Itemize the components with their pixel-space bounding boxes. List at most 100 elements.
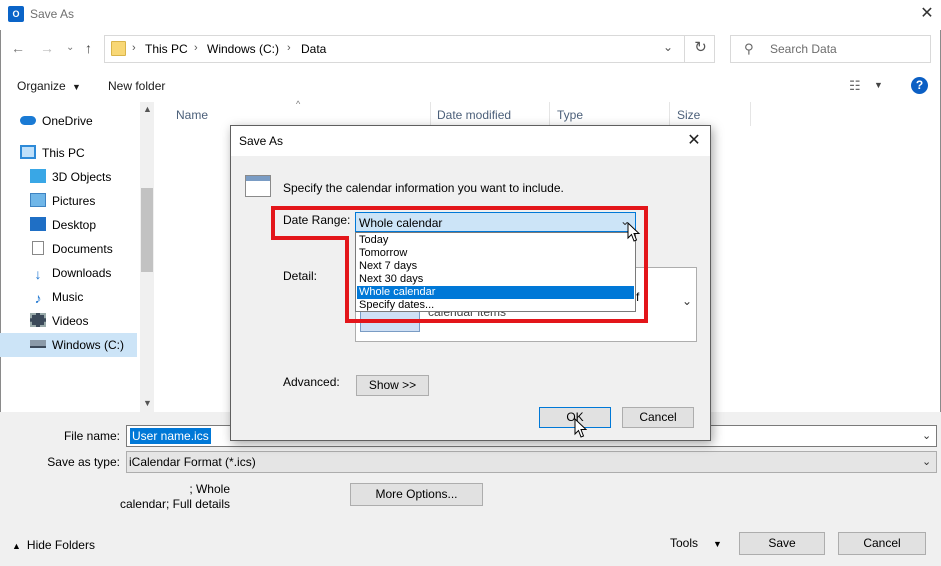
- organize-label: Organize: [17, 79, 66, 93]
- drive-icon: [30, 340, 46, 348]
- column-divider[interactable]: [549, 102, 550, 126]
- nav-item-label: Videos: [52, 314, 89, 328]
- recent-locations-chevron-icon[interactable]: ⌄: [66, 42, 74, 53]
- pictures-icon: [30, 193, 46, 207]
- column-divider[interactable]: [430, 102, 431, 126]
- file-name-label: File name:: [63, 429, 120, 443]
- calendar-icon: [245, 175, 271, 197]
- download-icon: ↓: [34, 266, 42, 282]
- scroll-down-icon[interactable]: ▼: [143, 398, 152, 408]
- column-header-name[interactable]: Name: [176, 108, 208, 122]
- cancel-button[interactable]: Cancel: [838, 532, 926, 555]
- summary-line-2: calendar; Full details: [119, 497, 230, 511]
- back-arrow-icon[interactable]: ←: [11, 40, 25, 56]
- search-icon: ⚲: [744, 41, 754, 56]
- address-bar[interactable]: › This PC › Windows (C:) › Data ⌄: [104, 35, 715, 63]
- window-titlebar: O Save As ✕: [0, 0, 941, 30]
- path-separator: ›: [194, 42, 198, 54]
- search-placeholder: Search Data: [770, 42, 837, 56]
- dialog-cancel-button[interactable]: Cancel: [622, 407, 694, 428]
- nav-item-label: This PC: [42, 146, 85, 160]
- save-as-type-select[interactable]: iCalendar Format (*.ics) ⌄: [126, 451, 937, 473]
- calendar-save-as-dialog: Save As ✕ Specify the calendar informati…: [230, 125, 711, 441]
- hide-folders-label: Hide Folders: [26, 538, 95, 552]
- nav-item-label: Music: [52, 290, 84, 304]
- folder-icon: [111, 41, 126, 56]
- caret-down-icon: ▼: [72, 82, 81, 92]
- dialog-titlebar: Save As ✕: [231, 126, 710, 156]
- calendar-summary: ; Whole calendar; Full details: [100, 482, 230, 512]
- hide-folders-toggle[interactable]: ▲ Hide Folders: [12, 538, 95, 552]
- nav-item-documents[interactable]: Documents: [30, 238, 150, 260]
- music-icon: ♪: [34, 290, 42, 306]
- highlight-annotation-top: [271, 206, 648, 240]
- document-icon: [32, 241, 44, 255]
- column-divider[interactable]: [750, 102, 751, 126]
- video-icon: [30, 313, 46, 327]
- search-input[interactable]: ⚲ Search Data: [730, 35, 931, 63]
- column-header-date-modified[interactable]: Date modified: [437, 108, 511, 122]
- refresh-icon: ↻: [694, 39, 707, 56]
- summary-line-1: ; Whole: [189, 482, 230, 496]
- caret-down-icon: ▼: [713, 539, 722, 549]
- breadcrumb-windows-c[interactable]: Windows (C:): [207, 42, 279, 56]
- nav-item-label: 3D Objects: [52, 170, 112, 184]
- breadcrumb-data[interactable]: Data: [301, 42, 326, 56]
- help-icon[interactable]: ?: [911, 77, 928, 94]
- nav-item-desktop[interactable]: Desktop: [30, 214, 150, 236]
- more-options-button[interactable]: More Options...: [350, 483, 483, 506]
- file-name-dropdown-chevron-icon[interactable]: ⌄: [922, 429, 931, 442]
- view-options-icon[interactable]: ☷: [849, 78, 861, 94]
- window-close-button[interactable]: ✕: [915, 2, 939, 26]
- nav-item-windows-c[interactable]: Windows (C:): [30, 334, 150, 356]
- nav-item-music[interactable]: ♪ Music: [30, 286, 150, 308]
- nav-scrollbar-thumb[interactable]: [141, 188, 153, 272]
- address-dropdown-chevron-icon[interactable]: ⌄: [663, 40, 673, 54]
- nav-item-label: OneDrive: [42, 114, 93, 128]
- caret-up-icon: ▲: [12, 541, 21, 551]
- nav-item-pictures[interactable]: Pictures: [30, 190, 150, 212]
- nav-item-label: Desktop: [52, 218, 97, 232]
- refresh-button[interactable]: ↻: [684, 35, 716, 63]
- path-separator: ›: [132, 42, 136, 54]
- save-as-type-chevron-icon: ⌄: [922, 456, 932, 468]
- organize-button[interactable]: Organize ▼: [17, 79, 81, 93]
- nav-item-label: Documents: [52, 242, 113, 256]
- window-title: Save As: [30, 7, 75, 21]
- desktop-icon: [30, 217, 46, 231]
- outlook-icon: O: [8, 6, 24, 22]
- mouse-pointer-icon: [574, 418, 588, 438]
- nav-item-videos[interactable]: Videos: [30, 310, 150, 332]
- dialog-close-button[interactable]: ✕: [683, 130, 705, 152]
- save-as-type-label: Save as type:: [47, 455, 120, 469]
- cube-icon: [30, 169, 46, 183]
- nav-item-this-pc[interactable]: This PC: [20, 142, 140, 164]
- nav-item-3d-objects[interactable]: 3D Objects: [30, 166, 150, 188]
- tools-menu-button[interactable]: Tools ▼: [670, 536, 722, 550]
- nav-item-label: Downloads: [52, 266, 112, 280]
- tools-label: Tools: [670, 536, 699, 550]
- dialog-title: Save As: [239, 134, 284, 148]
- nav-item-onedrive[interactable]: OneDrive: [20, 110, 140, 132]
- advanced-label: Advanced:: [283, 375, 340, 389]
- forward-arrow-icon[interactable]: →: [40, 40, 54, 56]
- view-options-caret-icon[interactable]: ▼: [874, 80, 883, 90]
- new-folder-button[interactable]: New folder: [108, 79, 165, 93]
- dialog-instruction: Specify the calendar information you wan…: [283, 181, 564, 195]
- breadcrumb-this-pc[interactable]: This PC: [145, 42, 188, 56]
- column-header-type[interactable]: Type: [557, 108, 583, 122]
- highlight-annotation-step: [271, 236, 349, 240]
- nav-item-label: Pictures: [52, 194, 96, 208]
- path-separator: ›: [287, 42, 291, 54]
- scroll-up-icon[interactable]: ▲: [143, 104, 152, 114]
- nav-item-downloads[interactable]: ↓ Downloads: [30, 262, 150, 284]
- save-button[interactable]: Save: [739, 532, 825, 555]
- show-advanced-button[interactable]: Show >>: [356, 375, 429, 396]
- calendar-icon-header: [246, 176, 270, 181]
- cloud-icon: [20, 116, 36, 125]
- save-as-type-value: iCalendar Format (*.ics): [129, 455, 256, 469]
- column-divider[interactable]: [669, 102, 670, 126]
- up-arrow-icon[interactable]: ↑: [85, 40, 92, 56]
- sort-ascending-icon: ^: [296, 99, 301, 109]
- column-header-size[interactable]: Size: [677, 108, 700, 122]
